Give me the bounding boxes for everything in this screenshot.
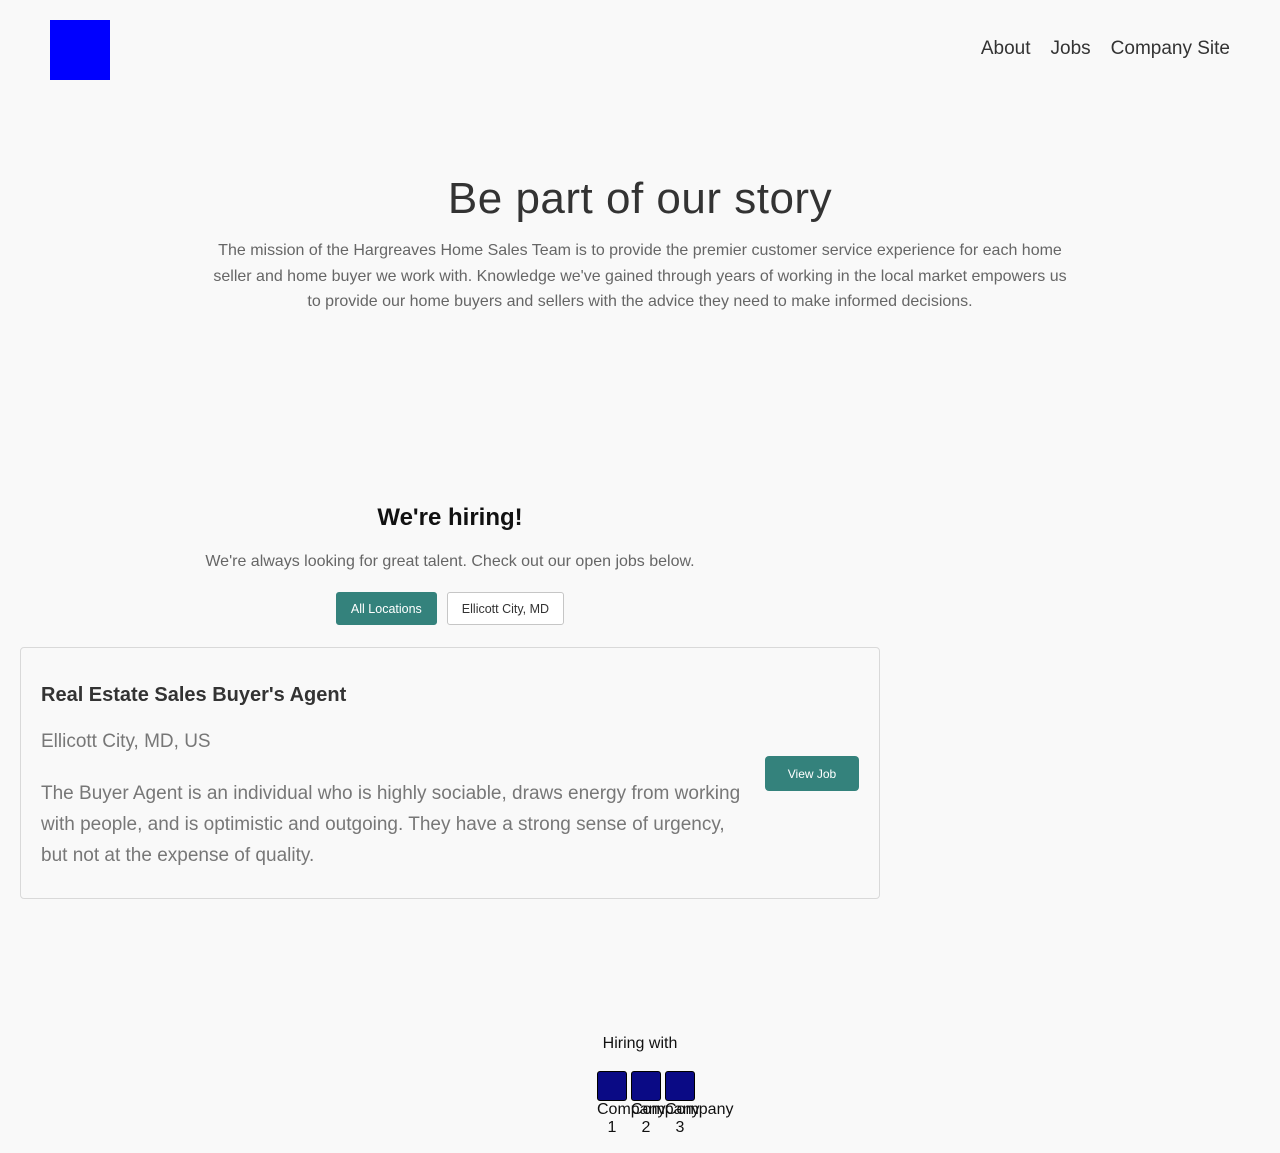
hiring-title: We're hiring! <box>377 504 523 531</box>
nav-company-site-link[interactable]: Company Site <box>1111 38 1230 60</box>
location-filters: All Locations Ellicott City, MD <box>20 592 880 625</box>
partner-image-placeholder <box>631 1071 661 1101</box>
hero-title: Be part of our story <box>447 174 833 223</box>
view-job-button[interactable]: View Job <box>765 756 859 791</box>
nav-about-link[interactable]: About <box>981 38 1031 60</box>
nav-jobs-link[interactable]: Jobs <box>1051 38 1091 60</box>
partner-image-placeholder <box>665 1071 695 1101</box>
main-nav: About Jobs Company Site <box>981 38 1230 60</box>
hero-section: Be part of our story The mission of the … <box>0 172 1280 315</box>
partner-image-placeholder <box>597 1071 627 1101</box>
footer: Hiring with Company 1 Company 2 Company … <box>0 1034 1280 1137</box>
filter-ellicott-city-button[interactable]: Ellicott City, MD <box>446 592 565 625</box>
partner-logo[interactable]: Company 3 <box>665 1071 733 1137</box>
filter-all-locations-button[interactable]: All Locations <box>335 592 437 625</box>
hiring-section: We're hiring! We're always looking for g… <box>20 500 880 625</box>
job-title[interactable]: Real Estate Sales Buyer's Agent <box>41 684 346 707</box>
partner-logo[interactable]: Company 2 <box>631 1071 699 1137</box>
partner-logos: Company 1 Company 2 Company 3 <box>0 1071 1280 1137</box>
job-card: Real Estate Sales Buyer's Agent Ellicott… <box>20 647 880 899</box>
company-logo[interactable] <box>50 20 110 80</box>
hiring-subtitle: We're always looking for great talent. C… <box>205 553 695 570</box>
job-description: The Buyer Agent is an individual who is … <box>41 783 741 866</box>
partner-alt-text: Company 3 <box>665 1101 734 1136</box>
partner-logo[interactable]: Company 1 <box>597 1071 665 1137</box>
hiring-with-label: Hiring with <box>602 1035 678 1052</box>
hero-text: The mission of the Hargreaves Home Sales… <box>213 242 1067 310</box>
job-location: Ellicott City, MD, US <box>41 731 211 752</box>
